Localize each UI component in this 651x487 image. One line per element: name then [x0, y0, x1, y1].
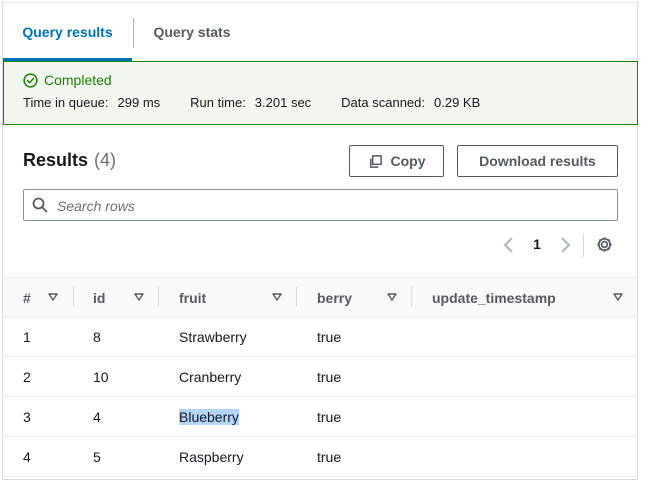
cell-number: 1 — [23, 329, 31, 345]
selected-text: Blueberry — [179, 409, 239, 425]
search-input[interactable] — [55, 195, 609, 217]
column-divider[interactable] — [73, 287, 74, 307]
chevron-left-icon[interactable] — [500, 236, 518, 254]
cell-id: 4 — [93, 409, 101, 425]
data-scanned-label: Data scanned: — [341, 95, 426, 110]
copy-button-label: Copy — [390, 153, 426, 169]
sort-caret-icon[interactable] — [134, 292, 144, 302]
tab-query-stats[interactable]: Query stats — [134, 3, 250, 58]
results-title: Results (4) — [23, 150, 116, 171]
tab-query-results[interactable]: Query results — [3, 3, 132, 61]
column-header-number[interactable]: # — [23, 278, 31, 316]
tab-bar: Query results Query stats — [3, 3, 637, 61]
table-row: 3 4 Blueberry true — [3, 397, 637, 437]
cell-fruit-selected: Blueberry — [179, 397, 239, 436]
column-header-berry[interactable]: berry — [317, 278, 352, 316]
pager-divider — [583, 233, 584, 257]
chevron-right-icon[interactable] — [556, 236, 574, 254]
sort-caret-icon[interactable] — [613, 292, 623, 302]
check-circle-icon — [23, 72, 38, 88]
column-divider[interactable] — [158, 287, 159, 307]
cell-fruit: Cranberry — [179, 369, 242, 385]
results-count: (4) — [94, 150, 117, 170]
download-results-button[interactable]: Download results — [457, 145, 618, 177]
gear-icon[interactable] — [595, 235, 614, 254]
table-row: 1 8 Strawberry true — [3, 317, 637, 357]
status-banner: Completed Time in queue: 299 ms Run time… — [3, 61, 638, 125]
current-page[interactable]: 1 — [530, 236, 544, 252]
cell-id: 5 — [93, 449, 101, 465]
search-icon — [32, 197, 48, 213]
column-divider[interactable] — [296, 287, 297, 307]
cell-number: 2 — [23, 369, 31, 385]
queue-time-value: 299 ms — [117, 95, 161, 110]
sort-caret-icon[interactable] — [48, 292, 58, 302]
cell-berry: true — [317, 369, 342, 385]
cell-berry: true — [317, 329, 342, 345]
copy-button[interactable]: Copy — [349, 145, 444, 177]
run-time-value: 3.201 sec — [254, 95, 312, 110]
cell-berry: true — [317, 409, 342, 425]
data-scanned-value: 0.29 KB — [434, 95, 481, 110]
table-row: 4 5 Raspberry true — [3, 437, 637, 477]
column-header-update-timestamp[interactable]: update_timestamp — [432, 278, 556, 316]
status-metrics: Time in queue: 299 ms Run time: 3.201 se… — [23, 95, 480, 110]
table-header: # id fruit berry update_timestamp — [3, 277, 637, 317]
copy-icon — [369, 154, 382, 168]
results-title-text: Results — [23, 150, 89, 170]
search-rows-field[interactable] — [23, 189, 618, 221]
column-header-id[interactable]: id — [93, 278, 105, 316]
cell-berry: true — [317, 449, 342, 465]
cell-number: 3 — [23, 409, 31, 425]
cell-fruit: Raspberry — [179, 449, 244, 465]
column-divider[interactable] — [411, 287, 412, 307]
cell-fruit: Strawberry — [179, 329, 247, 345]
sort-caret-icon[interactable] — [272, 292, 282, 302]
sort-caret-icon[interactable] — [387, 292, 397, 302]
status-heading: Completed — [23, 72, 112, 88]
cell-id: 8 — [93, 329, 101, 345]
table-row: 2 10 Cranberry true — [3, 357, 637, 397]
run-time-label: Run time: — [190, 95, 246, 110]
status-label: Completed — [44, 72, 112, 88]
cell-id: 10 — [93, 369, 109, 385]
queue-time-label: Time in queue: — [23, 95, 109, 110]
column-header-fruit[interactable]: fruit — [179, 278, 206, 316]
cell-number: 4 — [23, 449, 31, 465]
